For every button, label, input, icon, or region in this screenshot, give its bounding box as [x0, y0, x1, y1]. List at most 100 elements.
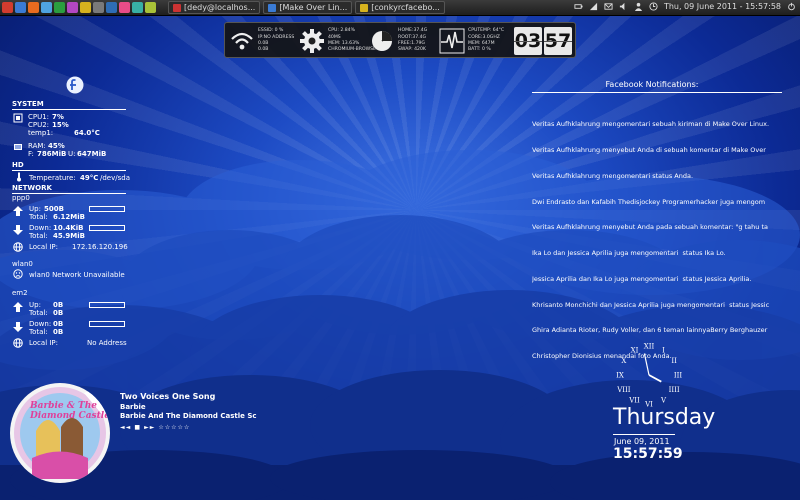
wifi-icon — [231, 32, 253, 50]
facebook-notifications: Facebook Notifications: Veritas Aufhklah… — [532, 80, 782, 378]
clock-numeral: II — [671, 357, 677, 365]
notification-list: Veritas Aufhklahrung mengomentari sebuah… — [532, 103, 782, 378]
cpu2-label: CPU2: — [28, 121, 50, 129]
ram-icon — [14, 144, 22, 150]
shutdown-icon[interactable] — [787, 2, 796, 11]
notification-item: Veritas Aufhklahrung menyebut Anda di se… — [532, 145, 766, 154]
wlan0-status: wlan0 Network Unavailable — [29, 271, 125, 279]
ppp0-down-label: Down: — [29, 224, 52, 232]
app-launcher-icon[interactable] — [41, 2, 52, 13]
notification-item: Veritas Aufhklahrung menyebut Anda pada … — [532, 223, 768, 232]
app-launcher-icon[interactable] — [15, 2, 26, 13]
globe-icon — [13, 338, 23, 348]
taskbar: [dedy@localhos... [Make Over Lin... [con… — [168, 1, 445, 14]
arrow-down-icon — [13, 322, 23, 332]
task-label: [dedy@localhos... — [184, 3, 256, 12]
clock-numeral: XII — [644, 343, 655, 351]
app-launcher-icon[interactable] — [2, 2, 13, 13]
notification-item: Ika Lo dan Jessica Aprilia juga mengomen… — [532, 249, 726, 258]
cpu-block: CPU: 2.84% 40MS MEM: 13.63% CHROMIUM-BRO… — [299, 27, 376, 55]
ppp0-down-total: 45.9MiB — [53, 232, 85, 240]
notification-item: Jessica Aprilia dan Ika Lo juga mengomen… — [532, 274, 752, 283]
clock-icon — [649, 2, 658, 11]
app-launcher-icon[interactable] — [80, 2, 91, 13]
task-browser[interactable]: [Make Over Lin... — [263, 1, 353, 14]
launcher-icons — [0, 2, 156, 13]
cpu1-value: 7% — [52, 113, 64, 121]
track-artist: Barbie — [120, 403, 146, 411]
clock-minute: 57 — [544, 27, 572, 55]
em2-down-value: 0B — [53, 320, 64, 328]
divider — [12, 109, 126, 110]
network-icon[interactable] — [589, 2, 598, 11]
downspeed: 0.0B — [258, 47, 269, 53]
swap-usage: SWAP: 420K — [398, 47, 426, 53]
day-of-week: Thursday — [613, 405, 716, 430]
used-value: 647MiB — [77, 150, 107, 158]
clock-numeral: XI — [631, 346, 639, 354]
task-editor[interactable]: [conkyrcfacebo... — [355, 1, 445, 14]
notification-item: Khrisanto Monchichi dan Jessica Aprilia … — [532, 300, 770, 309]
app-launcher-icon[interactable] — [67, 2, 78, 13]
arrow-down-icon — [13, 225, 23, 235]
volume-icon[interactable] — [619, 2, 628, 11]
app-launcher-icon[interactable] — [28, 2, 39, 13]
app-launcher-icon[interactable] — [132, 2, 143, 13]
task-terminal[interactable]: [dedy@localhos... — [168, 1, 261, 14]
divider — [613, 434, 675, 435]
app-launcher-icon[interactable] — [54, 2, 65, 13]
notification-item: Dwi Endrasto dan Kafabih Thedisjockey Pr… — [532, 197, 766, 206]
top-panel: [dedy@localhos... [Make Over Lin... [con… — [0, 0, 800, 16]
ppp0-up-total: 6.12MiB — [53, 213, 85, 221]
clock-hour: 03 — [514, 27, 542, 55]
disk-block: HOME:37.4G ROOT:37.4G FREE:1.79G SWAP: 4… — [369, 27, 427, 55]
cpu1-label: CPU1: — [28, 113, 50, 121]
free-label: F: — [28, 150, 34, 158]
fedora-logo — [66, 76, 84, 94]
facebook-title: Facebook Notifications: — [605, 80, 699, 89]
ppp0-ip-label: Local IP: — [29, 243, 59, 251]
minute-hand — [643, 353, 650, 376]
cpu-temp: CPUTEMP: 64°C — [468, 28, 505, 34]
power-icon[interactable] — [574, 2, 583, 11]
track-album: Barbie And The Diamond Castle Sc — [120, 412, 257, 420]
wifi-block: ESSID: 0 % IP:NO ADDRESS 0.0B 0.0B — [229, 27, 294, 55]
sensor-stats: CPUTEMP: 64°C CORE:3.0GHZ MEM: 647M BATT… — [468, 28, 504, 54]
clock-numeral: IX — [616, 372, 624, 380]
ppp0-down-graph — [89, 225, 125, 231]
system-header: SYSTEM — [12, 100, 44, 108]
temp1-value: 64.0°C — [74, 129, 100, 137]
app-launcher-icon[interactable] — [145, 2, 156, 13]
notification-item: Veritas Aufhklahrung mengomentari sebuah… — [532, 120, 770, 129]
em2-up-total: 0B — [53, 309, 64, 317]
divider — [12, 170, 126, 171]
em2-up-label: Up: — [29, 301, 41, 309]
hd-temp-value: 49°C — [80, 174, 99, 182]
app-launcher-icon[interactable] — [119, 2, 130, 13]
pulse-icon — [439, 28, 465, 54]
app-launcher-icon[interactable] — [93, 2, 104, 13]
cover-text: Barbie & The Diamond Castle — [30, 401, 110, 421]
em2-label: em2 — [12, 289, 28, 297]
panel-clock[interactable]: Thu, 09 June 2011 - 15:57:58 — [664, 2, 781, 11]
ppp0-label: ppp0 — [12, 194, 30, 202]
ppp0-ip-value: 172.16.120.196 — [72, 243, 128, 251]
arrow-up-icon — [13, 206, 23, 216]
browser-icon — [268, 3, 277, 12]
em2-up-total-label: Total: — [29, 309, 48, 317]
ram-value: 45% — [48, 142, 65, 150]
wlan0-label: wlan0 — [12, 260, 33, 268]
playback-controls[interactable]: ◄◄ ■ ►► ☆☆☆☆☆ — [120, 424, 190, 431]
app-launcher-icon[interactable] — [106, 2, 117, 13]
notification-item: Veritas Aufhklahrung mengomentari status… — [532, 171, 694, 180]
free-value: 786MiB — [37, 150, 67, 158]
notification-item: Ghira Adianta Rioter, Rudy Voller, dan 6… — [532, 326, 768, 335]
mail-icon[interactable] — [604, 2, 613, 11]
analog-clock: XII IIIIIIIIIIVVIVIIVIIIIXXXI — [616, 343, 682, 409]
ppp0-down-value: 10.4KiB — [53, 224, 84, 232]
ppp0-up-label: Up: — [29, 205, 41, 213]
user-icon[interactable] — [634, 2, 643, 11]
hd-temp-label: Temperature: — [29, 174, 76, 182]
em2-ip-value: No Address — [87, 339, 127, 347]
hour-hand — [648, 374, 662, 383]
